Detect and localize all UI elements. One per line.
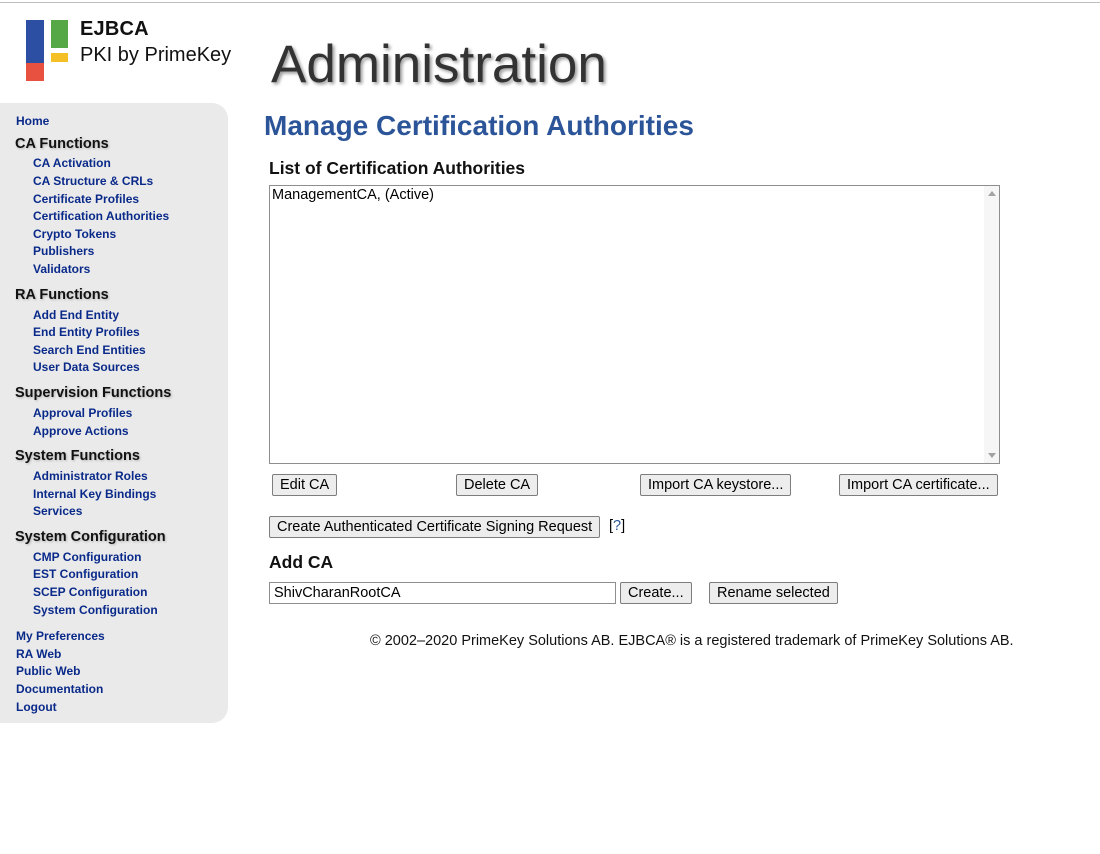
sidebar-item-home[interactable]: Home	[16, 114, 49, 128]
sidebar-item-certificate-profiles[interactable]: Certificate Profiles	[33, 192, 139, 206]
sidebar-item-ca-structure-crls[interactable]: CA Structure & CRLs	[33, 174, 153, 188]
sidebar-item-end-entity-profiles[interactable]: End Entity Profiles	[33, 325, 140, 339]
ca-list-heading: List of Certification Authorities	[269, 158, 526, 178]
create-ca-button[interactable]: Create...	[620, 582, 692, 604]
ca-listbox[interactable]: ManagementCA, (Active)	[269, 185, 1000, 464]
sidebar-item-est-configuration[interactable]: EST Configuration	[33, 567, 138, 581]
sidebar-item-validators[interactable]: Validators	[33, 262, 90, 276]
edit-ca-button[interactable]: Edit CA	[272, 474, 338, 496]
sidebar-item-logout[interactable]: Logout	[16, 700, 57, 714]
logo-green-block	[51, 20, 68, 48]
sidebar-item-internal-key-bindings[interactable]: Internal Key Bindings	[33, 487, 156, 501]
section-heading-system-functions: System Functions	[15, 448, 140, 464]
sidebar-item-services[interactable]: Services	[33, 504, 82, 518]
sidebar-item-add-end-entity[interactable]: Add End Entity	[33, 308, 119, 322]
import-ca-certificate-button[interactable]: Import CA certificate...	[839, 474, 998, 496]
sidebar-item-search-end-entities[interactable]: Search End Entities	[33, 343, 146, 357]
sidebar-item-my-preferences[interactable]: My Preferences	[16, 629, 105, 643]
section-heading-ca-functions: CA Functions	[15, 136, 109, 152]
scroll-down-arrow-icon[interactable]	[988, 453, 996, 458]
rename-selected-button[interactable]: Rename selected	[709, 582, 838, 604]
admin-header-title: Administration	[271, 35, 607, 94]
section-heading-ra-functions: RA Functions	[15, 287, 109, 303]
section-heading-system-configuration: System Configuration	[15, 529, 166, 545]
sidebar-item-public-web[interactable]: Public Web	[16, 664, 80, 678]
sidebar-item-publishers[interactable]: Publishers	[33, 244, 94, 258]
sidebar-item-documentation[interactable]: Documentation	[16, 682, 103, 696]
section-heading-supervision-functions: Supervision Functions	[15, 385, 172, 401]
sidebar-item-certification-authorities[interactable]: Certification Authorities	[33, 209, 169, 223]
sidebar-item-crypto-tokens[interactable]: Crypto Tokens	[33, 227, 116, 241]
delete-ca-button[interactable]: Delete CA	[456, 474, 539, 496]
logo-red-block	[26, 63, 44, 81]
logo-brand-name: EJBCA	[80, 18, 149, 40]
help-link-wrapper: [?]	[609, 518, 625, 534]
ejbca-logo[interactable]: EJBCA PKI by PrimeKey	[26, 18, 241, 84]
logo-brand-tagline: PKI by PrimeKey	[80, 44, 232, 66]
ca-name-input[interactable]	[269, 582, 616, 604]
logo-yellow-block	[51, 53, 68, 62]
top-border-line	[0, 2, 1100, 3]
listbox-scrollbar[interactable]	[984, 186, 999, 463]
logo-blue-block	[26, 20, 44, 63]
sidebar-item-cmp-configuration[interactable]: CMP Configuration	[33, 550, 141, 564]
sidebar-item-approval-profiles[interactable]: Approval Profiles	[33, 406, 132, 420]
ca-list-option[interactable]: ManagementCA, (Active)	[272, 187, 434, 203]
footer-copyright: © 2002–2020 PrimeKey Solutions AB. EJBCA…	[370, 633, 1014, 649]
sidebar-item-ca-activation[interactable]: CA Activation	[33, 156, 111, 170]
sidebar-item-scep-configuration[interactable]: SCEP Configuration	[33, 585, 147, 599]
help-bracket-close: ]	[621, 518, 626, 534]
page-title: Manage Certification Authorities	[264, 110, 694, 141]
sidebar-item-approve-actions[interactable]: Approve Actions	[33, 424, 129, 438]
sidebar-item-user-data-sources[interactable]: User Data Sources	[33, 360, 140, 374]
sidebar-item-ra-web[interactable]: RA Web	[16, 647, 61, 661]
sidebar-item-system-configuration[interactable]: System Configuration	[33, 603, 158, 617]
sidebar-menu: Home CA Functions CA Activation CA Struc…	[0, 103, 228, 723]
create-csr-button[interactable]: Create Authenticated Certificate Signing…	[269, 516, 601, 538]
sidebar-item-administrator-roles[interactable]: Administrator Roles	[33, 469, 148, 483]
import-ca-keystore-button[interactable]: Import CA keystore...	[640, 474, 792, 496]
scroll-up-arrow-icon[interactable]	[988, 191, 996, 196]
help-link[interactable]: ?	[613, 518, 621, 534]
add-ca-heading: Add CA	[269, 552, 334, 572]
